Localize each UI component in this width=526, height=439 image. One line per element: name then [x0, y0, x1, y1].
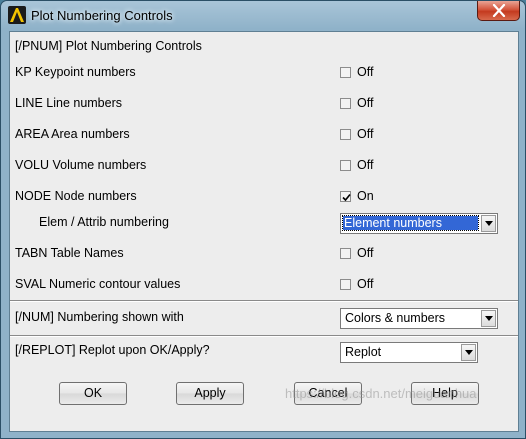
row-label-node: NODE Node numbers: [15, 189, 137, 203]
chevron-down-icon[interactable]: [481, 310, 496, 327]
apply-button[interactable]: Apply: [176, 382, 244, 405]
row-label-kp: KP Keypoint numbers: [15, 65, 136, 79]
checkbox-line[interactable]: [340, 98, 351, 109]
elem-attrib-value: Element numbers: [342, 215, 479, 231]
elem-attrib-label: Elem / Attrib numbering: [39, 215, 169, 229]
checkbox-sval[interactable]: [340, 279, 351, 290]
state-area: Off: [357, 127, 374, 141]
chevron-down-icon[interactable]: [461, 344, 476, 361]
checkbox-node[interactable]: [340, 191, 351, 202]
row-label-line: LINE Line numbers: [15, 96, 123, 110]
ok-button[interactable]: OK: [59, 382, 127, 405]
checkbox-kp[interactable]: [340, 67, 351, 78]
checkbox-tabn[interactable]: [340, 248, 351, 259]
replot-label: [/REPLOT] Replot upon OK/Apply?: [15, 343, 210, 357]
row-label-area: AREA Area numbers: [15, 127, 130, 141]
pnum-header: [/PNUM] Plot Numbering Controls: [15, 39, 202, 53]
state-volu: Off: [357, 158, 374, 172]
ansys-logo-icon: [8, 6, 26, 24]
dialog-body: [/PNUM] Plot Numbering Controls KP Keypo…: [9, 31, 519, 432]
divider: [10, 335, 518, 337]
replot-value: Replot: [345, 345, 382, 359]
divider: [10, 300, 518, 302]
state-tabn: Off: [357, 246, 374, 260]
row-label-sval: SVAL Numeric contour values: [15, 277, 181, 291]
watermark-text: https://blog.csdn.net/meiguanhua: [285, 386, 477, 401]
state-line: Off: [357, 96, 374, 110]
row-label-volu: VOLU Volume numbers: [15, 158, 147, 172]
state-kp: Off: [357, 65, 374, 79]
chevron-down-icon[interactable]: [481, 215, 496, 232]
state-node: On: [357, 189, 374, 203]
elem-attrib-select[interactable]: Element numbers: [340, 213, 498, 234]
checkbox-area[interactable]: [340, 129, 351, 140]
num-value: Colors & numbers: [345, 311, 446, 325]
num-label: [/NUM] Numbering shown with: [15, 310, 184, 324]
row-label-tabn: TABN Table Names: [15, 246, 124, 260]
num-select[interactable]: Colors & numbers: [340, 308, 498, 329]
title-bar[interactable]: Plot Numbering Controls: [1, 1, 525, 31]
checkmark-icon: [342, 193, 351, 202]
state-sval: Off: [357, 277, 374, 291]
dialog-window: Plot Numbering Controls [/PNUM] Plot Num…: [0, 0, 526, 439]
replot-select[interactable]: Replot: [340, 342, 478, 363]
close-x-icon: [492, 4, 506, 17]
checkbox-volu[interactable]: [340, 160, 351, 171]
window-title: Plot Numbering Controls: [31, 8, 173, 23]
close-button[interactable]: [477, 1, 520, 21]
